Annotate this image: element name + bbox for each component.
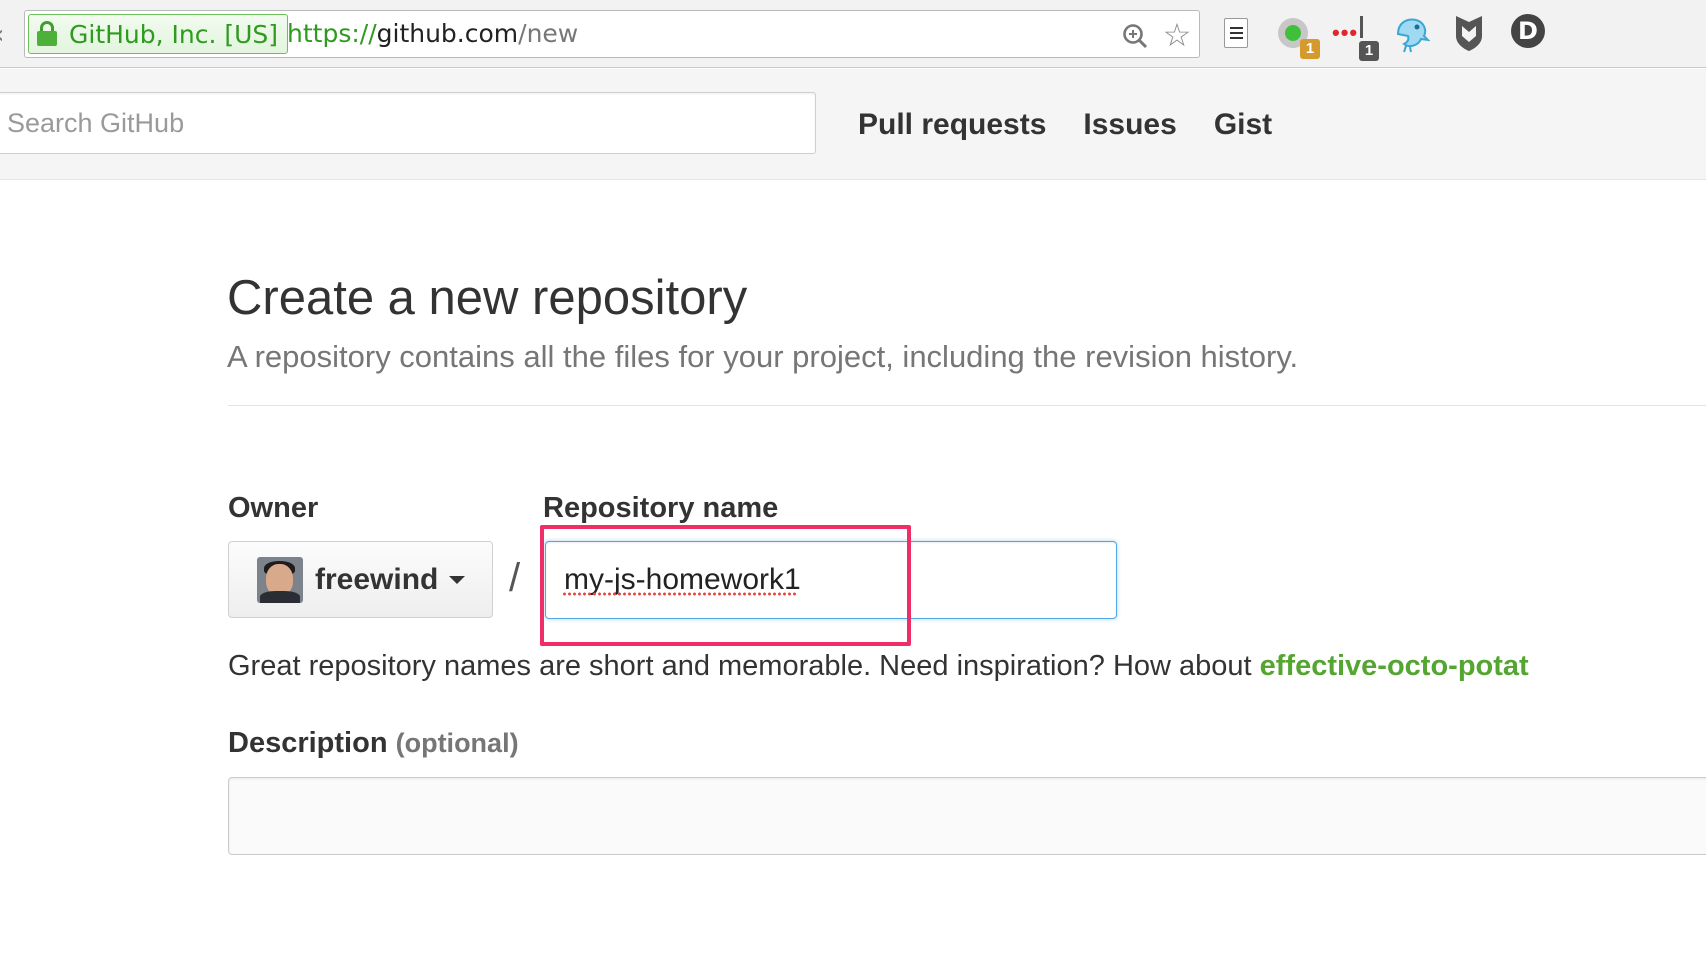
repository-name-input[interactable]	[545, 541, 1117, 619]
back-button[interactable]: ‹	[0, 20, 8, 50]
divider	[228, 405, 1706, 406]
name-suggestion-link[interactable]: effective-octo-potat	[1260, 650, 1529, 682]
bookmark-star-icon[interactable]: ☆	[1159, 17, 1195, 53]
lock-icon	[37, 21, 57, 47]
more-extension-button[interactable]: ••• 1	[1332, 14, 1382, 61]
d-icon: D	[1511, 14, 1545, 48]
extension-badge: 1	[1300, 39, 1320, 59]
header-nav: Pull requests Issues Gist	[858, 108, 1272, 142]
ev-certificate-label: GitHub, Inc. [US]	[69, 19, 279, 49]
optional-tag: (optional)	[395, 728, 519, 758]
url-text[interactable]: https://github.com/new	[287, 11, 578, 57]
page-subtitle: A repository contains all the files for …	[227, 339, 1299, 374]
owner-select-button[interactable]: freewind	[228, 541, 493, 618]
caret-down-icon	[449, 575, 466, 584]
owner-repo-separator: /	[509, 556, 521, 600]
d-extension-button[interactable]: D	[1511, 14, 1547, 54]
url-path: /new	[518, 19, 579, 48]
bird-extension-button[interactable]	[1394, 14, 1431, 54]
search-input[interactable]	[0, 92, 816, 154]
description-input[interactable]	[228, 777, 1706, 855]
address-bar[interactable]: GitHub, Inc. [US] https://github.com/new…	[24, 10, 1200, 58]
nav-issues[interactable]: Issues	[1083, 108, 1176, 142]
ev-certificate-badge[interactable]: GitHub, Inc. [US]	[28, 14, 289, 54]
owner-name: freewind	[315, 562, 439, 596]
owner-label: Owner	[228, 492, 319, 524]
page-extension-button[interactable]	[1222, 14, 1250, 54]
nav-pull-requests[interactable]: Pull requests	[858, 108, 1046, 142]
zoom-icon[interactable]	[1122, 23, 1148, 49]
description-label: Description (optional)	[228, 727, 519, 760]
shield-extension-button[interactable]	[1454, 14, 1486, 54]
more-ext-bar	[1360, 16, 1363, 38]
description-label-text: Description	[228, 727, 388, 759]
repository-name-label: Repository name	[543, 492, 779, 524]
more-ext-icon: •••	[1332, 20, 1359, 45]
avatar	[257, 556, 303, 603]
extension-badge: 1	[1359, 41, 1379, 61]
browser-toolbar: ‹ GitHub, Inc. [US] https://github.com/n…	[0, 0, 1706, 68]
repository-name-hint: Great repository names are short and mem…	[228, 650, 1529, 683]
url-host: github.com	[376, 19, 519, 48]
page-title: Create a new repository	[227, 271, 748, 325]
shield-icon	[1456, 16, 1482, 51]
url-scheme: https://	[287, 19, 377, 48]
hint-text: Great repository names are short and mem…	[228, 650, 1260, 682]
spellcheck-underline	[562, 591, 798, 597]
page-icon	[1224, 18, 1248, 48]
bird-icon	[1396, 18, 1431, 53]
nav-gist[interactable]: Gist	[1214, 108, 1272, 142]
circle-extension-button[interactable]: 1	[1276, 14, 1322, 59]
github-header: Pull requests Issues Gist	[0, 69, 1706, 180]
